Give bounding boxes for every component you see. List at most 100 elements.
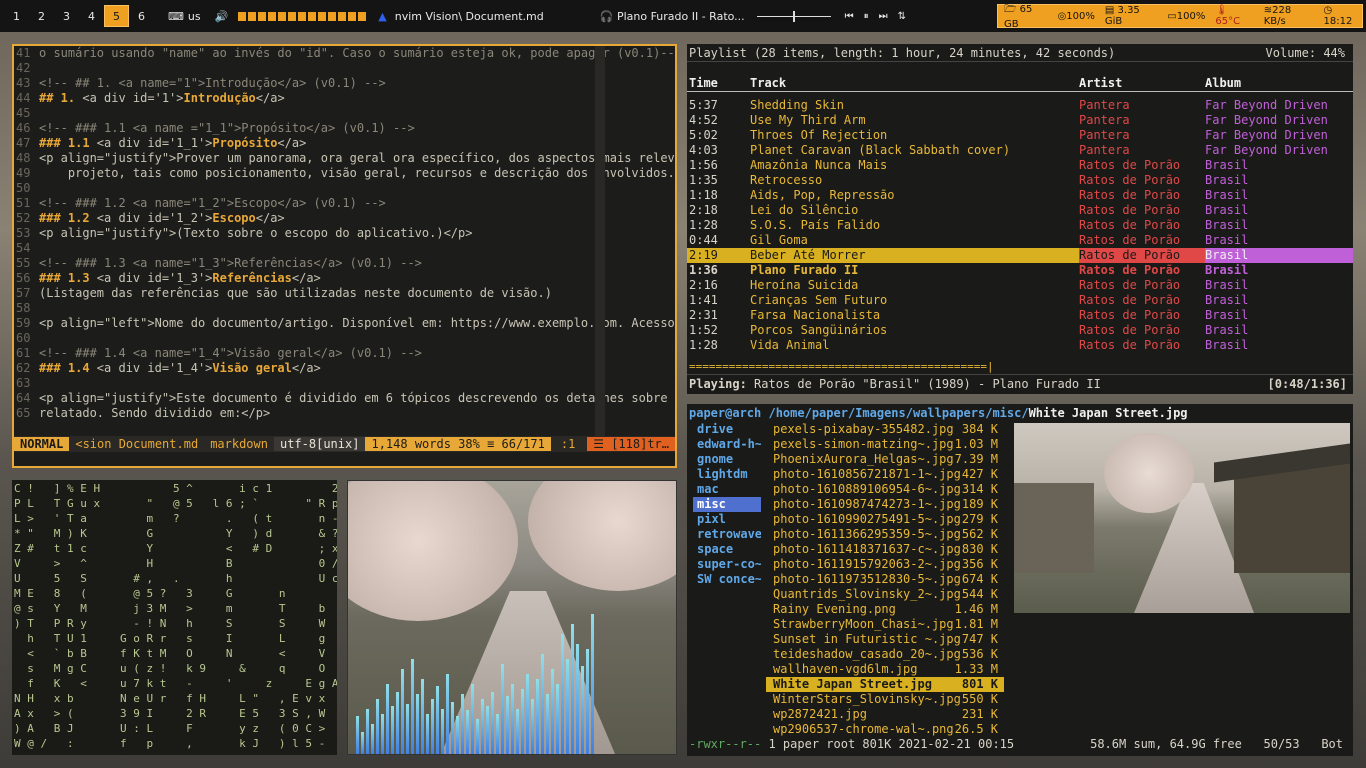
now-playing[interactable]: 🎧 Plano Furado II - Rato... (600, 10, 745, 23)
editor-line[interactable]: 41 o sumário usando "name" ao invés do "i… (14, 46, 675, 61)
dir-item[interactable]: super-co~ (693, 557, 761, 572)
editor-line[interactable]: 57 (Listagem das referências que são util… (14, 286, 675, 301)
playlist-row[interactable]: 0:44 Gil Goma Ratos de Porão Brasil (687, 233, 1353, 248)
editor-line[interactable]: 54 (14, 241, 675, 256)
workspace-1[interactable]: 1 (4, 5, 29, 27)
dir-item[interactable]: retrowave (693, 527, 761, 542)
matrix-terminal[interactable]: C ! ] % E H 5 ^ i c 1 2 U P L T G u x " … (12, 480, 337, 755)
dir-item[interactable]: edward-h~ (693, 437, 761, 452)
ncmpcpp-window[interactable]: Playlist (28 items, length: 1 hour, 24 m… (687, 44, 1353, 394)
playlist-row[interactable]: 2:16 Heroína Suicida Ratos de Porão Brasil (687, 278, 1353, 293)
editor-buffer[interactable]: 41 o sumário usando "name" ao invés do "i… (14, 46, 675, 421)
shuffle-button[interactable]: ⇅ (898, 11, 906, 22)
col-album[interactable]: Album (1205, 74, 1353, 91)
editor-line[interactable]: 61 <!-- ### 1.4 <a name="1_4">Visão geral… (14, 346, 675, 361)
editor-line[interactable]: 63 (14, 376, 675, 391)
keyboard-layout[interactable]: ⌨ us (168, 10, 201, 23)
editor-line[interactable]: 51 <!-- ### 1.2 <a name="1_2">Escopo</a> … (14, 196, 675, 211)
editor-line[interactable]: 62 ### 1.4 <a div id='1_4'>Visão geral</a… (14, 361, 675, 376)
editor-line[interactable]: 46 <!-- ### 1.1 <a name ="1_1">Propósito<… (14, 121, 675, 136)
editor-line[interactable]: 45 (14, 106, 675, 121)
col-track[interactable]: Track (750, 74, 1079, 91)
file-item[interactable]: photo-1610856721871-1~.jpg 427 K (766, 467, 1004, 482)
playlist-row[interactable]: 1:18 Aids, Pop, Repressão Ratos de Porão Br… (687, 188, 1353, 203)
file-item[interactable]: StrawberryMoon_Chasi~.jpg 1.81 M (766, 617, 1004, 632)
editor-line[interactable]: 53 <p align="justify">(Texto sobre o esco… (14, 226, 675, 241)
playlist-row[interactable]: 2:19 Beber Até Morrer Ratos de Porão Brasil (687, 248, 1353, 263)
prev-button[interactable]: ⏮ (845, 11, 854, 22)
dir-item[interactable]: lightdm (693, 467, 761, 482)
ranger-window[interactable]: paper@arch /home/paper/Imagens/wallpaper… (687, 404, 1353, 756)
file-item[interactable]: photo-1610889106954-6~.jpg 314 K (766, 482, 1004, 497)
editor-line[interactable]: 44 ## 1. <a div id='1'>Introdução</a> (14, 91, 675, 106)
file-item[interactable]: photo-1611915792063-2~.jpg 356 K (766, 557, 1004, 572)
dir-item[interactable]: mac (693, 482, 761, 497)
playlist-row[interactable]: 2:18 Lei do Silêncio Ratos de Porão Brasil (687, 203, 1353, 218)
editor-scrollbar[interactable] (595, 46, 605, 436)
editor-line[interactable]: 64 <p align="justify">Este documento é di… (14, 391, 675, 406)
editor-line[interactable]: 60 (14, 331, 675, 346)
progress-bar[interactable]: ========================================… (689, 360, 994, 373)
editor-line[interactable]: 58 (14, 301, 675, 316)
playlist-row[interactable]: 4:03 Planet Caravan (Black Sabbath cover)… (687, 143, 1353, 158)
file-item[interactable]: pexels-pixabay-355482.jpg 384 K (766, 422, 1004, 437)
col-artist[interactable]: Artist (1079, 74, 1205, 91)
playlist-row[interactable]: 1:52 Porcos Sangüinários Ratos de Porão Bra… (687, 323, 1353, 338)
editor-line[interactable]: 59 <p align="left">Nome do documento/arti… (14, 316, 675, 331)
file-item[interactable]: photo-1610990275491-5~.jpg 279 K (766, 512, 1004, 527)
pause-button[interactable]: ⏸ (864, 11, 869, 22)
seek-bar[interactable] (756, 10, 831, 22)
playlist-row[interactable]: 1:41 Crianças Sem Futuro Ratos de Porão Bra… (687, 293, 1353, 308)
file-item[interactable]: pexels-simon-matzing~.jpg 1.03 M (766, 437, 1004, 452)
editor-line[interactable]: 48 <p align="justify">Prover um panorama,… (14, 151, 675, 166)
workspace-6[interactable]: 6 (129, 5, 154, 27)
playlist-row[interactable]: 1:36 Plano Furado II Ratos de Porão Brasil (687, 263, 1353, 278)
editor-line[interactable]: 65 relatado. Sendo dividido em:</p> (14, 406, 675, 421)
playlist-row[interactable]: 5:37 Shedding Skin Pantera Far Beyond Drive… (687, 98, 1353, 113)
volume-widget[interactable]: 🔊 (215, 10, 367, 23)
playlist-row[interactable]: 1:35 Retrocesso Ratos de Porão Brasil (687, 173, 1353, 188)
playlist-row[interactable]: 1:28 Vida Animal Ratos de Porão Brasil (687, 338, 1353, 353)
editor-line[interactable]: 56 ### 1.3 <a div id='1_3'>Referências</a… (14, 271, 675, 286)
editor-line[interactable]: 52 ### 1.2 <a div id='1_2'>Escopo</a> (14, 211, 675, 226)
playlist-row[interactable]: 1:56 Amazônia Nunca Mais Ratos de Porão Bra… (687, 158, 1353, 173)
editor-line[interactable]: 43 <!-- ## 1. <a name="1">Introdução</a> … (14, 76, 675, 91)
nvim-window[interactable]: 41 o sumário usando "name" ao invés do "i… (12, 44, 677, 468)
workspace-4[interactable]: 4 (79, 5, 104, 27)
file-item[interactable]: wp2872421.jpg 231 K (766, 707, 1004, 722)
file-item[interactable]: WinterStars_Slovinsky~.jpg 550 K (766, 692, 1004, 707)
workspace-5[interactable]: 5 (104, 5, 129, 27)
file-item[interactable]: photo-1611973512830-5~.jpg 674 K (766, 572, 1004, 587)
col-time[interactable]: Time (687, 74, 750, 91)
playlist-row[interactable]: 2:31 Farsa Nacionalista Ratos de Porão Bras… (687, 308, 1353, 323)
seek-handle[interactable] (792, 10, 795, 22)
editor-line[interactable]: 50 (14, 181, 675, 196)
dir-item[interactable]: space (693, 542, 761, 557)
file-item[interactable]: PhoenixAurora_Helgas~.jpg 7.39 M (766, 452, 1004, 467)
workspace-3[interactable]: 3 (54, 5, 79, 27)
file-item[interactable]: photo-1611418371637-c~.jpg 830 K (766, 542, 1004, 557)
dir-item[interactable]: gnome (693, 452, 761, 467)
file-item[interactable]: Rainy Evening.png 1.46 M (766, 602, 1004, 617)
dir-item[interactable]: misc (693, 497, 761, 512)
workspace-2[interactable]: 2 (29, 5, 54, 27)
dir-item[interactable]: SW conce~ (693, 572, 761, 587)
file-item[interactable]: White Japan Street.jpg 801 K (766, 677, 1004, 692)
file-item[interactable]: wallhaven-vgd6lm.jpg 1.33 M (766, 662, 1004, 677)
file-item[interactable]: wp2906537-chrome-wal~.png 26.5 K (766, 722, 1004, 737)
file-item[interactable]: Quantrids_Slovinsky_2~.jpg 544 K (766, 587, 1004, 602)
editor-line[interactable]: 47 ### 1.1 <a div id='1_1'>Propósito</a> (14, 136, 675, 151)
editor-line[interactable]: 42 (14, 61, 675, 76)
file-item[interactable]: teideshadow_casado_20~.jpg 536 K (766, 647, 1004, 662)
file-item[interactable]: photo-1610987474273-1~.jpg 189 K (766, 497, 1004, 512)
playlist-row[interactable]: 1:28 S.O.S. País Falido Ratos de Porão Bras… (687, 218, 1353, 233)
editor-line[interactable]: 55 <!-- ### 1.3 <a name="1_3">Referências… (14, 256, 675, 271)
playlist-row[interactable]: 5:02 Throes Of Rejection Pantera Far Beyond… (687, 128, 1353, 143)
dir-item[interactable]: pixl (693, 512, 761, 527)
dir-item[interactable]: drive (693, 422, 761, 437)
next-button[interactable]: ⏭ (879, 11, 888, 22)
editor-line[interactable]: 49 projeto, tais como posicionamento, vi… (14, 166, 675, 181)
playlist-row[interactable]: 4:52 Use My Third Arm Pantera Far Beyond Dr… (687, 113, 1353, 128)
file-item[interactable]: photo-1611366295359-5~.jpg 562 K (766, 527, 1004, 542)
file-item[interactable]: Sunset in Futuristic ~.jpg 747 K (766, 632, 1004, 647)
